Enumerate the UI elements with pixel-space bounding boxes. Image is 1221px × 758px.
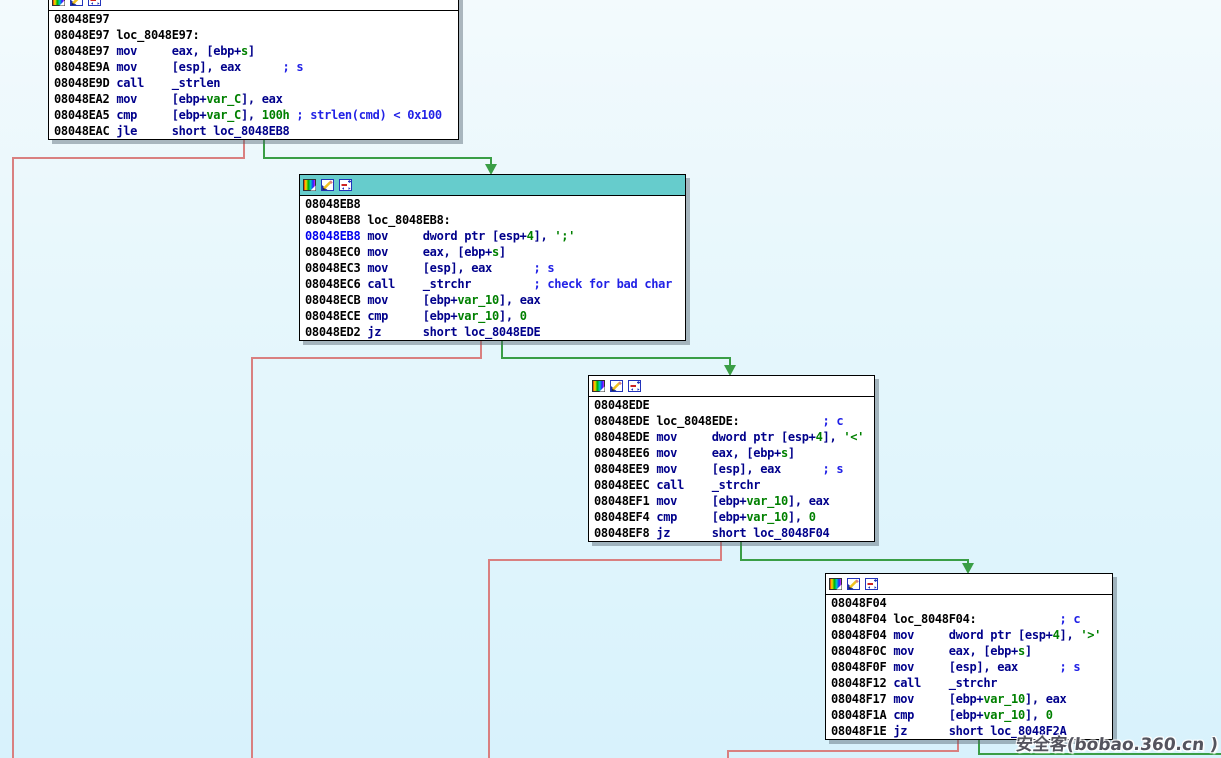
edit-node-comment-icon[interactable] <box>847 577 861 591</box>
node-titlebar <box>300 175 685 196</box>
code-line[interactable]: 08048ED2 jz short loc_8048EDE <box>300 324 685 340</box>
code-line[interactable]: 08048EDE mov dword ptr [esp+4], '<' <box>589 429 874 445</box>
code-line[interactable]: 08048F0F mov [esp], eax ; s <box>826 659 1112 675</box>
group-nodes-icon[interactable] <box>339 178 353 192</box>
code-line[interactable]: 08048ECE cmp [ebp+var_10], 0 <box>300 308 685 324</box>
node-color-palette-icon[interactable] <box>592 379 606 393</box>
basic-block-08048EDE[interactable]: 08048EDE08048EDE loc_8048EDE: ; c08048ED… <box>588 375 875 542</box>
code-line[interactable]: 08048E97 <box>49 11 458 27</box>
code-line[interactable]: 08048EB8 <box>300 196 685 212</box>
edge-08048F04-false <box>728 740 958 758</box>
code-line[interactable]: 08048EA5 cmp [ebp+var_C], 100h ; strlen(… <box>49 107 458 123</box>
code-line[interactable]: 08048EDE loc_8048EDE: ; c <box>589 413 874 429</box>
edit-node-comment-icon[interactable] <box>70 0 84 7</box>
code-line[interactable]: 08048EE9 mov [esp], eax ; s <box>589 461 874 477</box>
code-line[interactable]: 08048EAC jle short loc_8048EB8 <box>49 123 458 139</box>
code-line[interactable]: 08048EA2 mov [ebp+var_C], eax <box>49 91 458 107</box>
node-titlebar <box>826 574 1112 595</box>
disassembly-listing: 08048EB808048EB8 loc_8048EB8:08048EB8 mo… <box>300 196 685 340</box>
code-line[interactable]: 08048EF1 mov [ebp+var_10], eax <box>589 493 874 509</box>
code-line[interactable]: 08048F12 call _strchr <box>826 675 1112 691</box>
code-line[interactable]: 08048EC6 call _strchr ; check for bad ch… <box>300 276 685 292</box>
code-line[interactable]: 08048F0C mov eax, [ebp+s] <box>826 643 1112 659</box>
code-line[interactable]: 08048E97 loc_8048E97: <box>49 27 458 43</box>
node-color-palette-icon[interactable] <box>303 178 317 192</box>
edge-08048EDE-true <box>741 542 968 563</box>
code-line[interactable]: 08048F17 mov [ebp+var_10], eax <box>826 691 1112 707</box>
code-line[interactable]: 08048EDE <box>589 397 874 413</box>
code-line[interactable]: 08048EC3 mov [esp], eax ; s <box>300 260 685 276</box>
edge-08048E97-false <box>13 140 244 758</box>
watermark: 安全客(bobao.360.cn ) <box>1014 730 1219 755</box>
code-line[interactable]: 08048EB8 mov dword ptr [esp+4], ';' <box>300 228 685 244</box>
code-line[interactable]: 08048EF8 jz short loc_8048F04 <box>589 525 874 541</box>
code-line[interactable]: 08048EEC call _strchr <box>589 477 874 493</box>
code-line[interactable]: 08048E97 mov eax, [ebp+s] <box>49 43 458 59</box>
basic-block-08048E97[interactable]: 08048E9708048E97 loc_8048E97:08048E97 mo… <box>48 0 459 140</box>
group-nodes-icon[interactable] <box>628 379 642 393</box>
basic-block-08048EB8[interactable]: 08048EB808048EB8 loc_8048EB8:08048EB8 mo… <box>299 174 686 341</box>
code-line[interactable]: 08048F04 mov dword ptr [esp+4], '>' <box>826 627 1112 643</box>
edit-node-comment-icon[interactable] <box>610 379 624 393</box>
code-line[interactable]: 08048EB8 loc_8048EB8: <box>300 212 685 228</box>
node-titlebar <box>589 376 874 397</box>
code-line[interactable]: 08048E9A mov [esp], eax ; s <box>49 59 458 75</box>
node-color-palette-icon[interactable] <box>52 0 66 7</box>
node-titlebar <box>49 0 458 11</box>
code-line[interactable]: 08048E9D call _strlen <box>49 75 458 91</box>
edge-08048EDE-false <box>489 542 721 758</box>
disassembly-listing: 08048F0408048F04 loc_8048F04: ; c08048F0… <box>826 595 1112 739</box>
edge-08048EB8-true <box>502 341 730 365</box>
group-nodes-icon[interactable] <box>88 0 102 7</box>
code-line[interactable]: 08048F04 loc_8048F04: ; c <box>826 611 1112 627</box>
edge-08048EB8-false <box>252 341 481 758</box>
code-line[interactable]: 08048EF4 cmp [ebp+var_10], 0 <box>589 509 874 525</box>
code-line[interactable]: 08048F1A cmp [ebp+var_10], 0 <box>826 707 1112 723</box>
code-line[interactable]: 08048ECB mov [ebp+var_10], eax <box>300 292 685 308</box>
basic-block-08048F04[interactable]: 08048F0408048F04 loc_8048F04: ; c08048F0… <box>825 573 1113 740</box>
edge-08048E97-true <box>264 140 491 164</box>
edit-node-comment-icon[interactable] <box>321 178 335 192</box>
code-line[interactable]: 08048EE6 mov eax, [ebp+s] <box>589 445 874 461</box>
disassembly-listing: 08048E9708048E97 loc_8048E97:08048E97 mo… <box>49 11 458 139</box>
disassembly-listing: 08048EDE08048EDE loc_8048EDE: ; c08048ED… <box>589 397 874 541</box>
group-nodes-icon[interactable] <box>865 577 879 591</box>
code-line[interactable]: 08048EC0 mov eax, [ebp+s] <box>300 244 685 260</box>
code-line[interactable]: 08048F04 <box>826 595 1112 611</box>
ida-graph-view[interactable]: 08048E9708048E97 loc_8048E97:08048E97 mo… <box>0 0 1221 758</box>
node-color-palette-icon[interactable] <box>829 577 843 591</box>
